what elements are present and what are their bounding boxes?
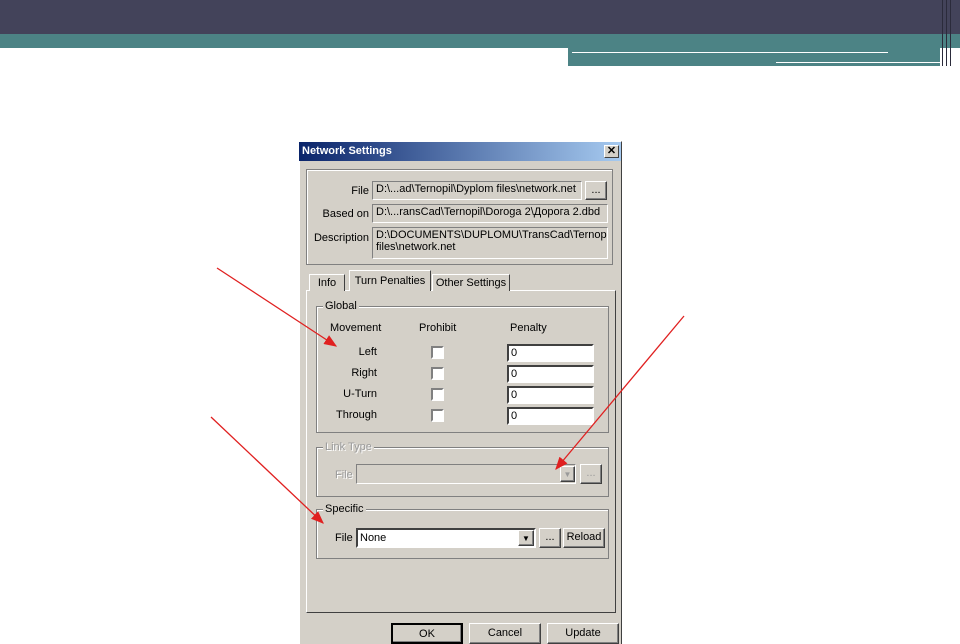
arrow-to-specific-file	[210, 416, 324, 524]
arrow-to-link-type-dropdown	[555, 315, 685, 470]
arrow-to-global-movement	[216, 267, 338, 347]
annotation-arrows	[210, 267, 685, 524]
